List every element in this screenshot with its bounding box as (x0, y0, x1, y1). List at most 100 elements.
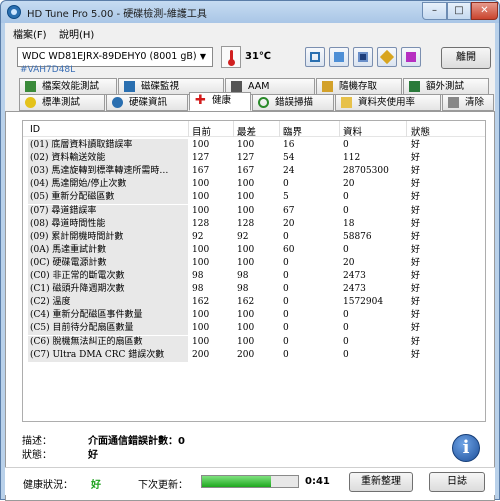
col-threshold[interactable]: 臨界 (283, 124, 302, 138)
tab-folder-usage[interactable]: 資料夾使用率 (335, 94, 441, 111)
cell-threshold: 20 (283, 218, 295, 229)
update-time: 0:41 (305, 476, 330, 487)
info-icon[interactable]: i (452, 434, 480, 462)
cell-id: (09) 累計開機時間計數 (28, 230, 188, 244)
table-row[interactable]: (C6) 脫機無法糾正的扇區數 100 100 0 0 好 (23, 335, 485, 349)
table-row[interactable]: (03) 馬達旋轉到標準轉速所需時… 167 167 24 28705300 好 (23, 165, 485, 179)
minimize-button[interactable]: – (422, 2, 447, 20)
tab-label: 清除 (465, 97, 485, 108)
download-button[interactable] (401, 47, 421, 67)
menu-file[interactable]: 檔案(F) (13, 26, 47, 41)
cell-threshold: 67 (283, 205, 295, 216)
toolbar: WDC WD81EJRX-89DEHY0 (8001 gB) ▼ #VAH7D4… (5, 41, 495, 75)
table-row[interactable]: (C7) Ultra DMA CRC 錯誤次數 200 200 0 0 好 (23, 348, 485, 362)
magnifier-icon (258, 97, 269, 108)
cell-current: 98 (192, 284, 204, 295)
cell-worst: 98 (237, 284, 249, 295)
cell-id: (02) 資料輸送效能 (28, 152, 188, 166)
save-button[interactable] (353, 47, 373, 67)
window-title: HD Tune Pro 5.00 - 硬碟檢測-維護工具 (27, 9, 207, 20)
status-bar: 健康狀況： 好 下次更新： 0:41 重新整理 日誌 (5, 467, 495, 495)
col-id[interactable]: ID (30, 124, 40, 135)
info-icon (112, 97, 123, 108)
cell-threshold: 0 (283, 310, 289, 321)
col-status[interactable]: 狀態 (411, 124, 430, 138)
table-row[interactable]: (08) 尋道時間性能 128 128 20 18 好 (23, 217, 485, 231)
col-current[interactable]: 目前 (192, 124, 211, 138)
menu-bar: 檔案(F) 說明(H) (5, 23, 495, 41)
tab-health[interactable]: ✚ 健康 (189, 92, 251, 111)
tab-erase[interactable]: 清除 (442, 94, 494, 111)
download-arrow-icon (406, 52, 416, 62)
cell-worst: 128 (237, 218, 255, 229)
menu-help[interactable]: 說明(H) (59, 26, 94, 41)
table-row[interactable]: (0C) 硬碟電源計數 100 100 0 20 好 (23, 256, 485, 270)
speaker-icon (231, 81, 242, 92)
cell-data: 0 (343, 244, 349, 255)
cell-current: 128 (192, 218, 210, 229)
column-divider (188, 121, 189, 137)
refresh-button[interactable]: 重新整理 (349, 472, 413, 492)
cell-worst: 100 (237, 179, 255, 190)
table-row[interactable]: (C5) 目前待分配扇區數量 100 100 0 0 好 (23, 322, 485, 336)
folder-icon (341, 97, 352, 108)
cell-id: (0A) 馬達重試計數 (28, 243, 188, 257)
maximize-button[interactable]: □ (447, 2, 471, 20)
health-status-label: 健康狀況： (23, 480, 73, 491)
table-row[interactable]: (C1) 磁頭升降週期次數 98 98 0 2473 好 (23, 283, 485, 297)
close-button[interactable]: ✕ (471, 2, 498, 20)
cell-status: 好 (411, 310, 421, 321)
table-header: ID 目前 最差 臨界 資料 狀態 (23, 121, 485, 138)
cell-id: (C6) 脫機無法糾正的扇區數 (28, 335, 188, 349)
tab-file-benchmark[interactable]: 檔案效能測試 (19, 78, 117, 95)
cell-current: 100 (192, 257, 210, 268)
tab-info[interactable]: 硬碟資訊 (106, 94, 188, 111)
exit-button[interactable]: 離開 (441, 47, 491, 69)
table-row[interactable]: (05) 重新分配磁區數 100 100 5 0 好 (23, 191, 485, 205)
table-row[interactable]: (0A) 馬達重試計數 100 100 60 0 好 (23, 243, 485, 257)
table-row[interactable]: (01) 底層資料讀取錯誤率 100 100 16 0 好 (23, 139, 485, 152)
tab-extra-tests[interactable]: 額外測試 (403, 78, 489, 95)
table-row[interactable]: (C0) 非正常的斷電次數 98 98 0 2473 好 (23, 270, 485, 283)
options-button[interactable] (377, 47, 397, 67)
cell-current: 100 (192, 205, 210, 216)
tab-label: 檔案效能測試 (42, 81, 100, 92)
cell-status: 好 (411, 284, 421, 295)
cell-current: 100 (192, 323, 210, 334)
tab-error-scan[interactable]: 錯誤掃描 (252, 94, 334, 111)
smart-table[interactable]: ID 目前 最差 臨界 資料 狀態 (01) 底層資料讀取錯誤率 100 100 16… (22, 120, 486, 422)
cell-status: 好 (411, 336, 421, 347)
log-button[interactable]: 日誌 (429, 472, 485, 492)
table-row[interactable]: (07) 尋道錯誤率 100 100 67 0 好 (23, 204, 485, 218)
tab-benchmark[interactable]: 標準測試 (19, 94, 105, 111)
cell-current: 200 (192, 349, 210, 360)
cell-threshold: 0 (283, 231, 289, 242)
tab-random-access[interactable]: 隨機存取 (316, 78, 402, 95)
column-divider (279, 121, 280, 137)
cell-threshold: 0 (283, 297, 289, 308)
cell-id: (01) 底層資料讀取錯誤率 (28, 139, 188, 152)
copy-info-button[interactable] (305, 47, 325, 67)
table-row[interactable]: (04) 馬達開始/停止次數 100 100 0 20 好 (23, 178, 485, 192)
table-row[interactable]: (C2) 溫度 162 162 0 1572904 好 (23, 296, 485, 310)
drive-select[interactable]: WDC WD81EJRX-89DEHY0 (8001 gB) ▼ (17, 47, 213, 67)
tab-strip: 檔案效能測試 磁碟監視 AAM 隨機存取 額外測試 標準測試 硬碟資訊 ✚ 健康 … (5, 75, 495, 111)
random-access-icon (322, 81, 333, 92)
cell-id: (C2) 溫度 (28, 296, 188, 310)
cell-id: (C5) 目前待分配扇區數量 (28, 322, 188, 336)
cell-threshold: 5 (283, 192, 289, 203)
col-worst[interactable]: 最差 (237, 124, 256, 138)
cell-data: 0 (343, 323, 349, 334)
cell-data: 20 (343, 179, 355, 190)
tab-label: 標準測試 (42, 97, 81, 108)
table-row[interactable]: (09) 累計開機時間計數 92 92 0 58876 好 (23, 230, 485, 244)
cell-status: 好 (411, 192, 421, 203)
cell-status: 好 (411, 257, 421, 268)
cell-id: (C4) 重新分配磁區事件數量 (28, 309, 188, 323)
table-row[interactable]: (C4) 重新分配磁區事件數量 100 100 0 0 好 (23, 309, 485, 323)
table-row[interactable]: (02) 資料輸送效能 127 127 54 112 好 (23, 152, 485, 166)
col-data[interactable]: 資料 (343, 124, 362, 138)
copy-screen-button[interactable] (329, 47, 349, 67)
cell-worst: 200 (237, 349, 255, 360)
temperature-value: 31℃ (245, 51, 272, 62)
